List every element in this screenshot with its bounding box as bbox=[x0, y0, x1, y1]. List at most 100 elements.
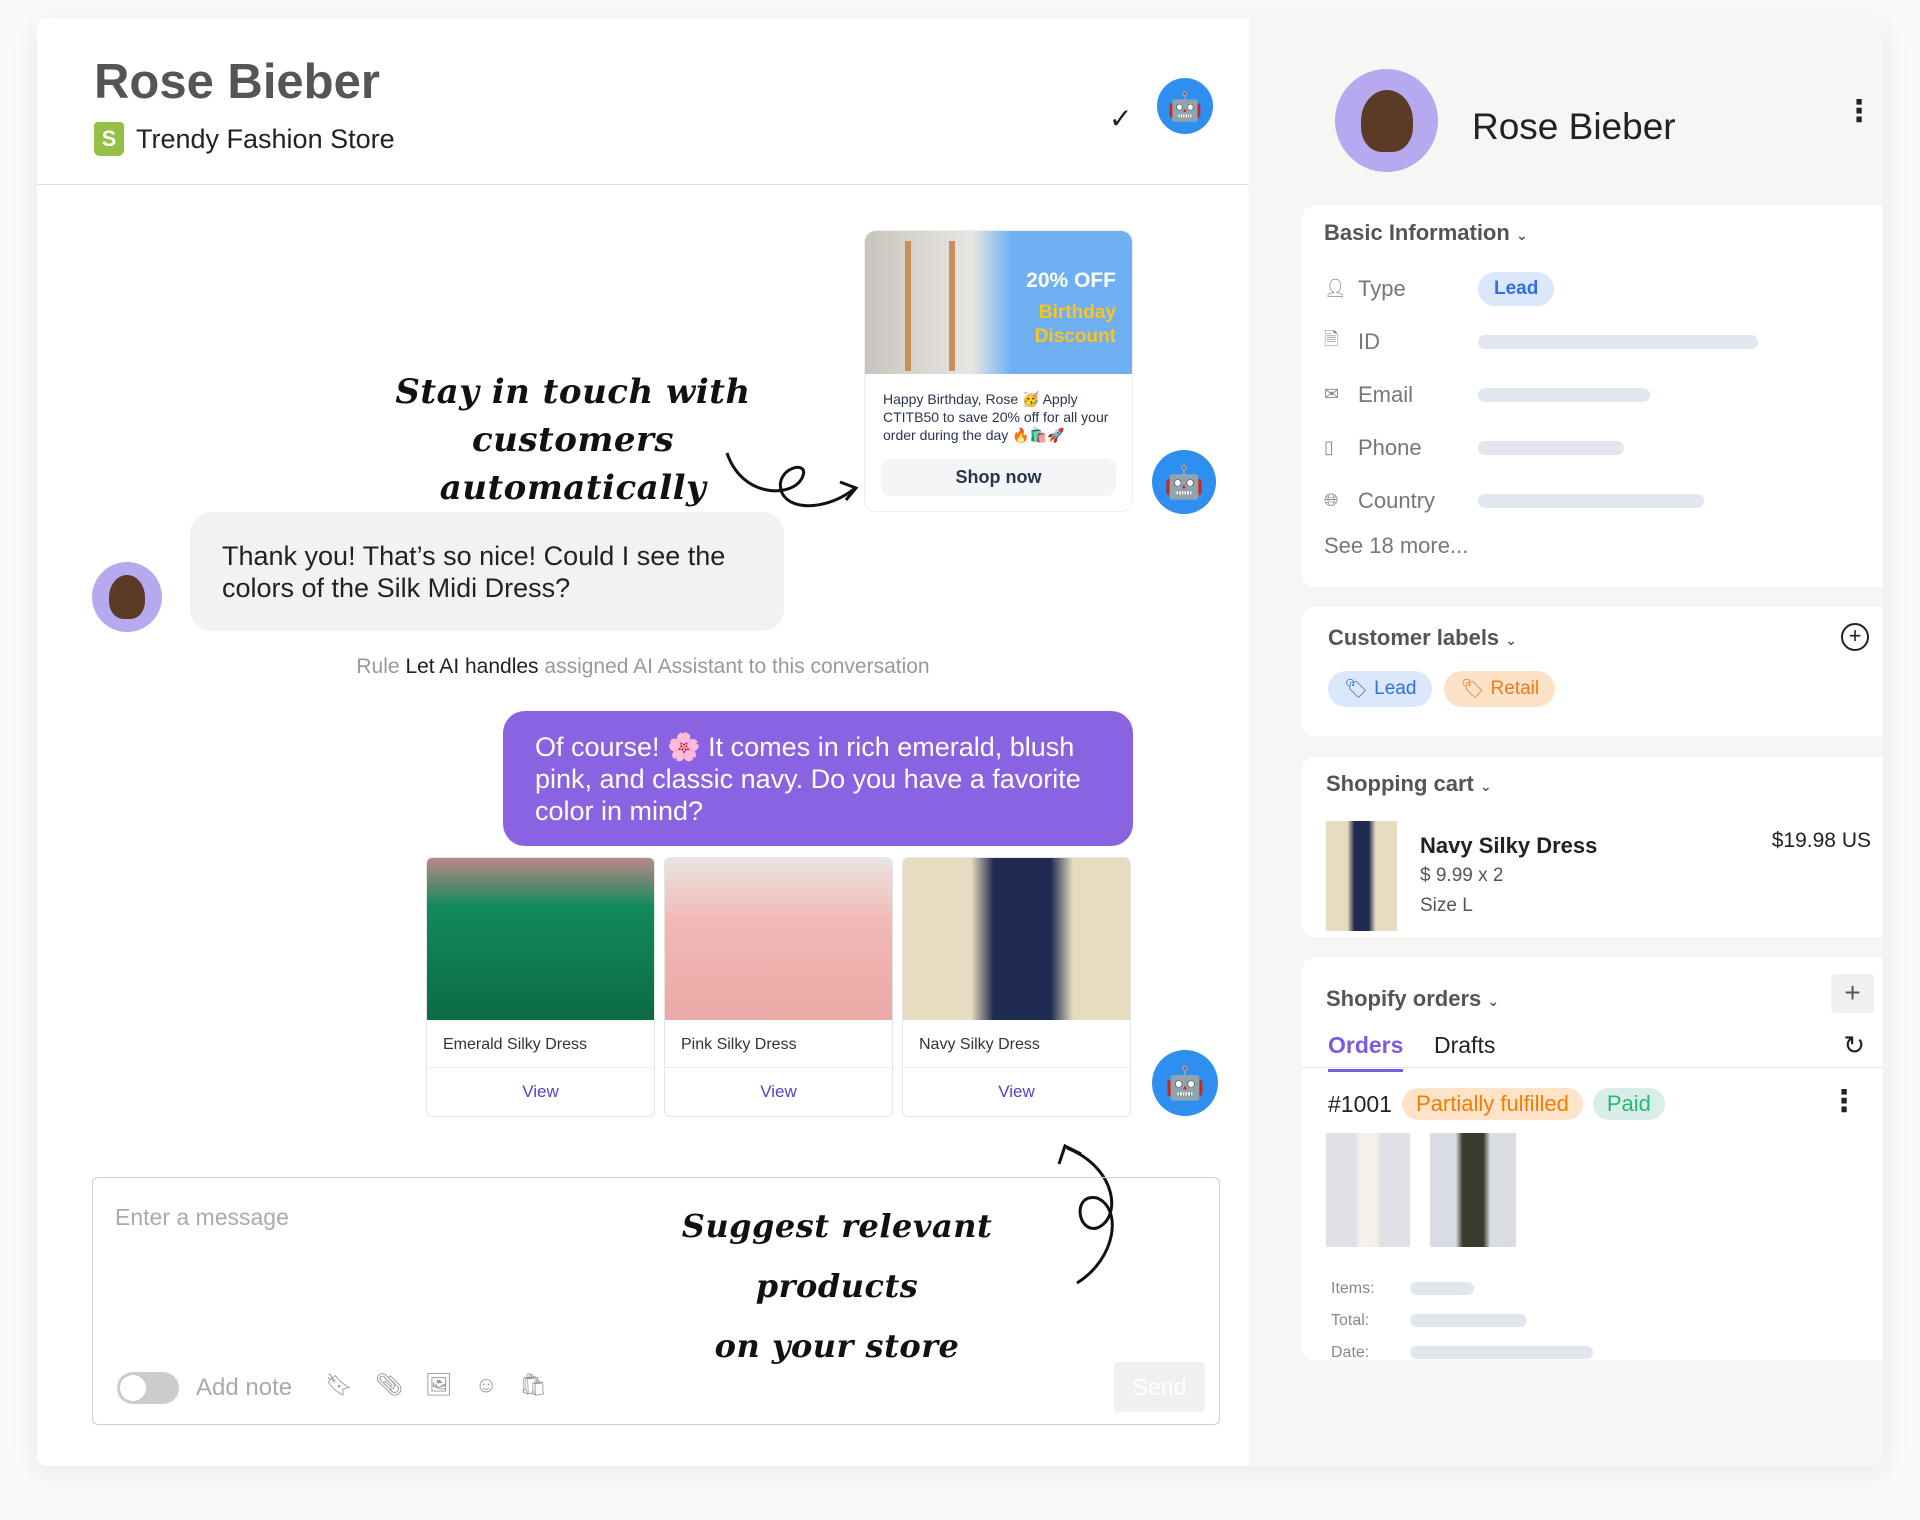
placeholder-bar bbox=[1478, 440, 1624, 455]
placeholder-bar bbox=[1410, 1346, 1593, 1359]
product-name: Pink Silky Dress bbox=[665, 1020, 892, 1068]
customer-avatar bbox=[92, 562, 162, 632]
placeholder-bar bbox=[1410, 1314, 1527, 1327]
order-id[interactable]: #1001 bbox=[1328, 1091, 1392, 1118]
add-order-button[interactable]: + bbox=[1831, 974, 1874, 1013]
product-image bbox=[903, 858, 1130, 1020]
view-product-button[interactable]: View bbox=[427, 1068, 654, 1116]
payment-badge: Paid bbox=[1592, 1088, 1665, 1120]
product-card: Pink Silky Dress View bbox=[664, 857, 893, 1117]
product-image bbox=[427, 858, 654, 1020]
ai-assistant-avatar: 🤖 bbox=[1152, 1050, 1218, 1116]
promo-message: Happy Birthday, Rose 🥳 Apply CTITB50 to … bbox=[883, 391, 1109, 443]
person-icon: 👤︎ bbox=[1324, 278, 1347, 298]
attachment-icon[interactable]: 📎︎ bbox=[375, 1372, 403, 1398]
promo-image: 20% OFF Birthday Discount bbox=[865, 231, 1132, 374]
resolve-check-icon[interactable]: ✓ bbox=[1109, 102, 1132, 135]
ai-assistant-avatar[interactable]: 🤖 bbox=[1157, 78, 1213, 134]
product-image bbox=[665, 858, 892, 1020]
image-icon[interactable]: 🖼︎ bbox=[425, 1372, 453, 1398]
emoji-icon[interactable]: ☺ bbox=[475, 1372, 497, 1398]
mail-icon: ✉ bbox=[1324, 384, 1340, 404]
view-product-button[interactable]: View bbox=[665, 1068, 892, 1116]
shopify-product-icon[interactable]: 🛍︎ bbox=[519, 1372, 547, 1398]
section-title: Shopping cart bbox=[1326, 771, 1474, 796]
conversation-panel: Rose Bieber S Trendy Fashion Store ✓ 🤖 2… bbox=[37, 18, 1249, 1466]
product-card: Emerald Silky Dress View bbox=[426, 857, 655, 1117]
field-id: 🗎 ID bbox=[1324, 315, 1877, 368]
basic-info-header[interactable]: Basic Information ⌄ bbox=[1324, 220, 1877, 246]
placeholder-bar bbox=[1410, 1282, 1474, 1295]
profile-name: Rose Bieber bbox=[1472, 106, 1676, 147]
phone-icon: ▯ bbox=[1324, 437, 1334, 457]
rack-graphic bbox=[905, 241, 955, 371]
annotation-suggest-products: Suggest relevant products on your store bbox=[597, 1196, 1077, 1376]
product-name: Navy Silky Dress bbox=[903, 1020, 1130, 1068]
tab-orders[interactable]: Orders bbox=[1328, 1032, 1404, 1072]
chevron-down-icon: ⌄ bbox=[1480, 778, 1492, 794]
tag-icon: 🏷︎ bbox=[1460, 679, 1485, 700]
order-item-image bbox=[1430, 1133, 1516, 1247]
ai-assistant-avatar: 🤖 bbox=[1152, 450, 1216, 514]
store-name: Trendy Fashion Store bbox=[136, 123, 395, 154]
tabs-divider bbox=[1302, 1067, 1883, 1068]
product-card: Navy Silky Dress View bbox=[902, 857, 1131, 1117]
shopify-orders-card: Shopify orders ⌄ + Orders Drafts ↻ #1001… bbox=[1302, 958, 1883, 1361]
placeholder-bar bbox=[1478, 493, 1704, 508]
chevron-down-icon: ⌄ bbox=[1487, 993, 1500, 1009]
section-title: Customer labels bbox=[1328, 625, 1500, 650]
customer-sidebar: Rose Bieber ⋮ Basic Information ⌄ 👤︎ Type… bbox=[1249, 18, 1883, 1466]
label-text: Lead bbox=[1374, 678, 1417, 699]
field-type: 👤︎ Type Lead bbox=[1324, 262, 1877, 315]
app-window: Rose Bieber S Trendy Fashion Store ✓ 🤖 2… bbox=[37, 18, 1883, 1466]
chevron-down-icon: ⌄ bbox=[1515, 227, 1528, 243]
field-label: Country bbox=[1358, 487, 1436, 513]
conversation-title: Rose Bieber bbox=[94, 55, 380, 109]
more-options-icon[interactable]: ⋮ bbox=[1844, 97, 1874, 127]
send-button[interactable]: Send bbox=[1114, 1362, 1205, 1412]
cart-item-size: Size L bbox=[1420, 895, 1473, 916]
see-more-link[interactable]: See 18 more... bbox=[1324, 533, 1877, 559]
shop-now-button[interactable]: Shop now bbox=[881, 458, 1116, 496]
bookmark-icon[interactable]: 🔖︎ bbox=[325, 1372, 353, 1398]
label-text: Retail bbox=[1490, 678, 1540, 699]
date-label: Date: bbox=[1331, 1344, 1370, 1361]
cart-item-image bbox=[1326, 821, 1397, 931]
promo-headline-1: Birthday bbox=[1038, 302, 1116, 323]
customer-labels-header[interactable]: Customer labels ⌄ bbox=[1328, 625, 1873, 651]
field-label: ID bbox=[1358, 328, 1380, 354]
order-more-icon[interactable]: ⋮ bbox=[1829, 1084, 1859, 1119]
field-label: Type bbox=[1358, 275, 1406, 301]
tag-icon: 🏷︎ bbox=[1344, 679, 1369, 700]
order-item-image bbox=[1326, 1133, 1410, 1247]
customer-message-bubble: Thank you! That’s so nice! Could I see t… bbox=[190, 512, 784, 631]
field-label: Email bbox=[1358, 381, 1414, 407]
product-name: Emerald Silky Dress bbox=[427, 1020, 654, 1068]
add-note-toggle[interactable] bbox=[117, 1372, 179, 1404]
rule-notice: Rule Let AI handles assigned AI Assistan… bbox=[37, 655, 1249, 679]
items-label: Items: bbox=[1331, 1280, 1375, 1297]
shopping-cart-header[interactable]: Shopping cart ⌄ bbox=[1326, 771, 1875, 797]
view-product-button[interactable]: View bbox=[903, 1068, 1130, 1116]
section-title: Shopify orders bbox=[1326, 986, 1482, 1011]
type-badge: Lead bbox=[1478, 271, 1555, 306]
cart-item-price: $ 9.99 x 2 bbox=[1420, 865, 1504, 886]
add-label-icon[interactable]: + bbox=[1841, 623, 1869, 651]
label-retail[interactable]: 🏷︎ Retail bbox=[1444, 671, 1556, 707]
cart-item-name: Navy Silky Dress bbox=[1420, 833, 1598, 858]
robot-icon: 🤖 bbox=[1164, 464, 1204, 500]
total-label: Total: bbox=[1331, 1312, 1370, 1329]
tab-drafts[interactable]: Drafts bbox=[1434, 1032, 1495, 1059]
refresh-icon[interactable]: ↻ bbox=[1843, 1030, 1865, 1061]
promo-headline: Birthday Discount bbox=[1035, 301, 1116, 349]
placeholder-bar bbox=[1478, 334, 1758, 349]
profile-avatar bbox=[1335, 69, 1438, 172]
toggle-knob bbox=[120, 1375, 146, 1401]
shopify-orders-header[interactable]: Shopify orders ⌄ bbox=[1326, 986, 1499, 1012]
label-lead[interactable]: 🏷︎ Lead bbox=[1328, 671, 1433, 707]
robot-icon: 🤖 bbox=[1165, 1065, 1205, 1101]
rule-name[interactable]: Let AI handles bbox=[405, 655, 538, 678]
placeholder-bar bbox=[1478, 387, 1650, 402]
robot-icon: 🤖 bbox=[1167, 90, 1203, 122]
message-input[interactable]: Enter a message bbox=[115, 1204, 289, 1231]
